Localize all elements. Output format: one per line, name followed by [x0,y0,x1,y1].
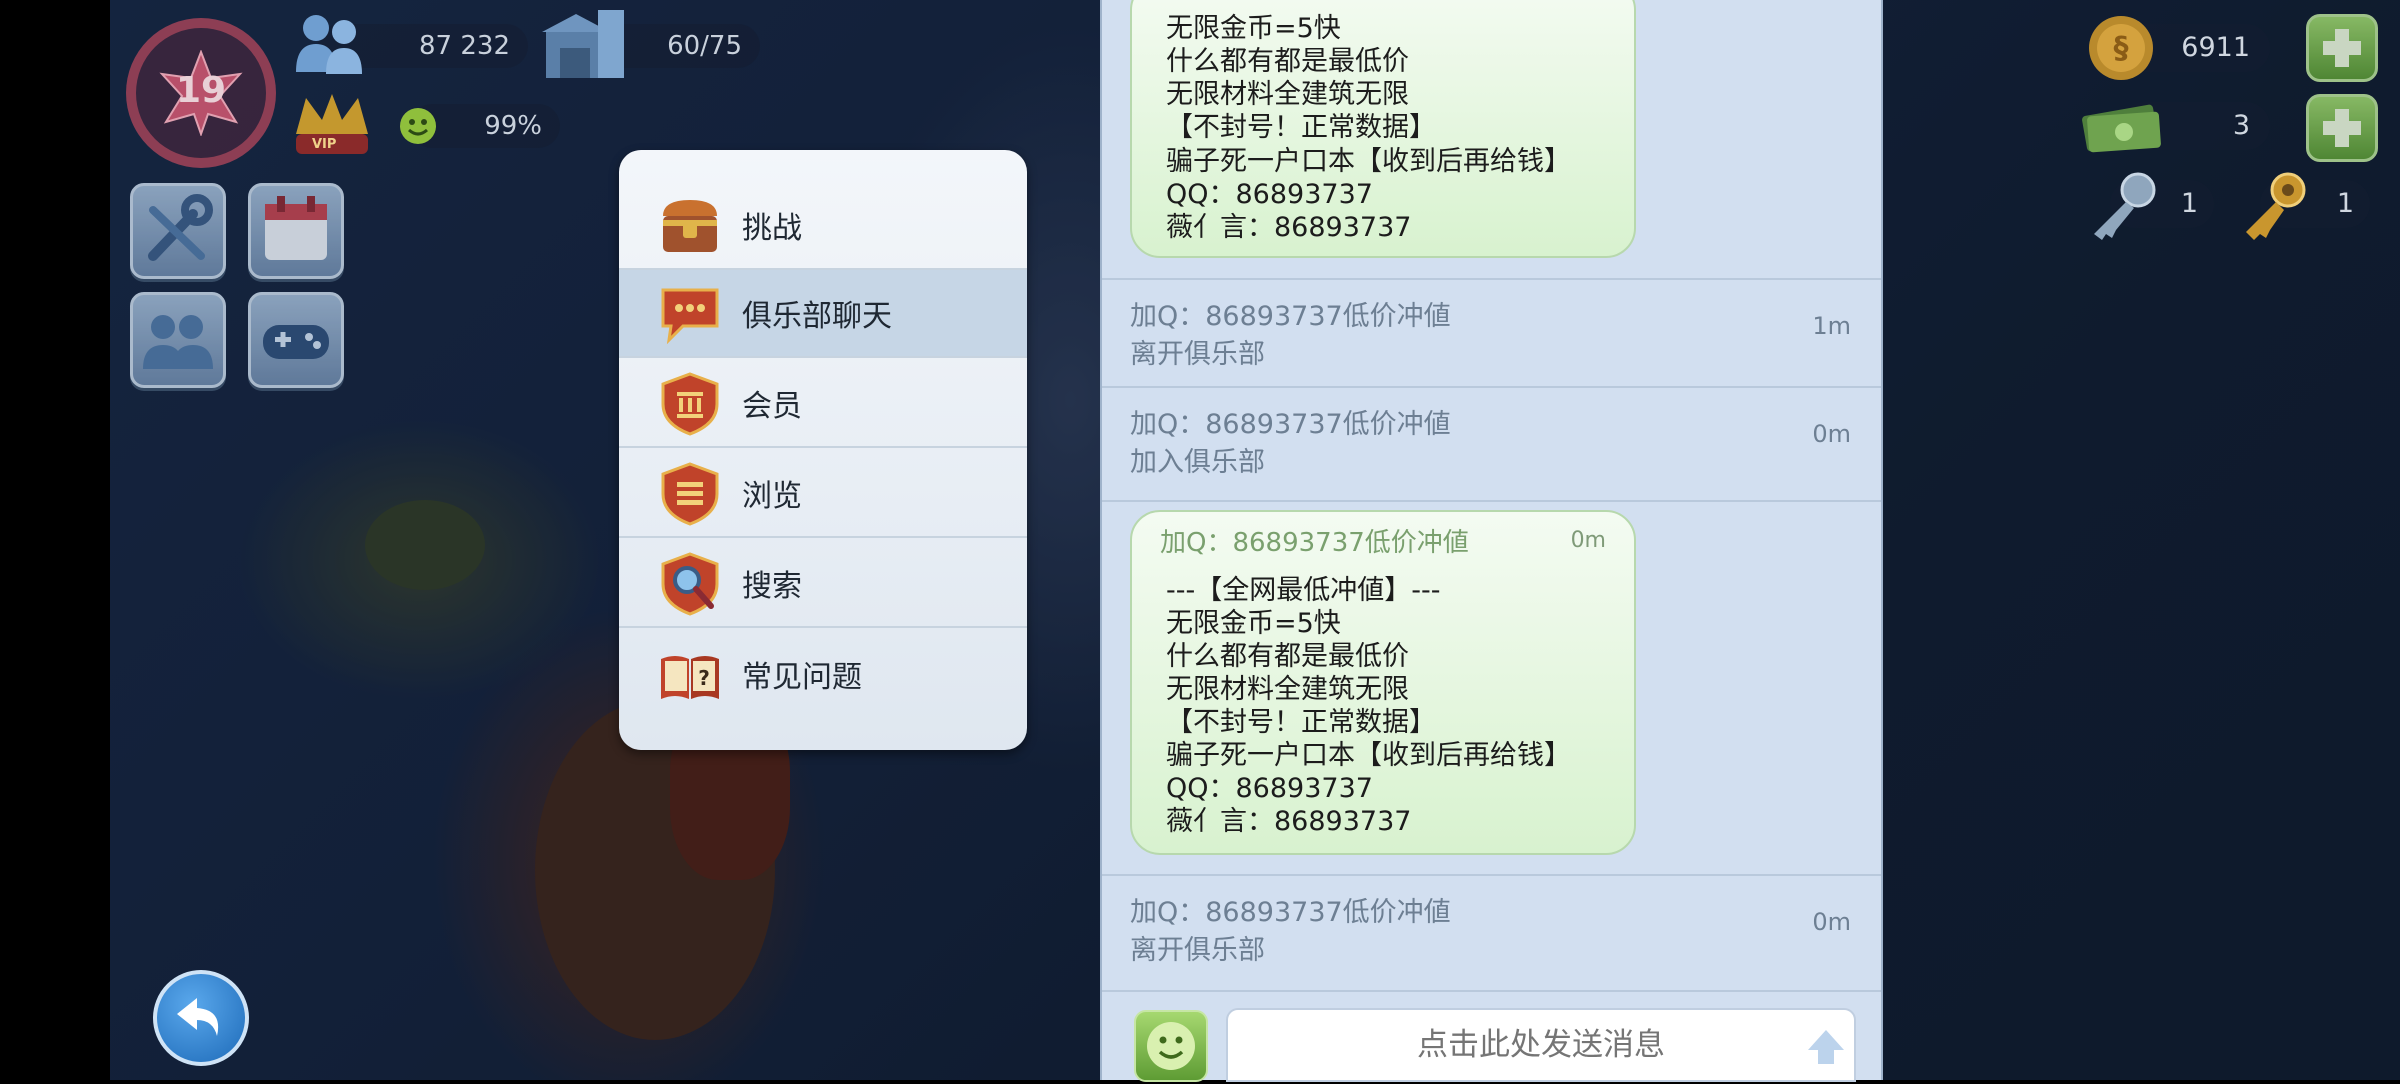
menu-item-label: 会员 [742,389,802,424]
club-menu-panel: 挑战 俱乐部聊天 会员 浏览 搜索 ? 常见问题 [619,150,1027,750]
level-value: 19 [175,70,227,111]
simcash-bills-icon [2078,96,2166,156]
small-island [365,500,485,590]
add-simoleons-button[interactable] [2306,14,2378,82]
message-sender[interactable]: 加Q：86893737低价冲値 [1160,522,1469,559]
menu-item-label: 浏览 [742,479,802,514]
menu-item-faq[interactable]: ? 常见问题 [619,630,1027,718]
platinum-key-icon [2084,168,2160,244]
chat-message-input[interactable] [1226,1008,1856,1082]
volcano-island [535,700,775,1040]
event-action: 离开俱乐部 [1130,935,1265,966]
golden-keys-value: 1 [2336,188,2354,219]
event-user-name[interactable]: 加Q：86893737低价冲値 [1130,890,1451,929]
system-event-row: 加Q：86893737低价冲値 离开俱乐部 0m [1102,874,1881,990]
calendar-button[interactable] [248,183,344,279]
svg-text:§: § [2114,31,2129,66]
menu-item-challenge[interactable]: 挑战 [619,182,1027,270]
event-user-name[interactable]: 加Q：86893737低价冲値 [1130,294,1451,333]
population-icon [290,10,370,80]
event-time: 1m [1812,312,1851,340]
population-value: 87 232 [419,31,510,61]
bank-shield-icon [661,372,719,436]
level-ring[interactable]: 19 [126,18,276,168]
event-action: 加入俱乐部 [1130,447,1265,478]
games-button[interactable] [248,292,344,388]
gamepad-icon [263,325,329,359]
simoleon-coin-icon: § [2085,12,2157,84]
happiness-value: 99% [484,111,542,141]
storage-value: 60/75 [667,31,742,61]
vip-label: VIP [312,137,337,152]
plus-icon [2323,109,2361,147]
message-line: 薇亻言：86893737 [1166,806,1412,837]
simoleons-value: 6911 [2181,32,2250,63]
menu-item-search[interactable]: 搜索 [619,540,1027,628]
smiley-icon [398,106,438,146]
golden-key-icon [2236,168,2312,244]
event-time: 0m [1812,908,1851,936]
club-chat-panel[interactable]: 无限金币=5快 什么都有都是最低价 无限材料全建筑无限 【不封号！正常数据】 骗… [1100,0,1883,1082]
send-arrow-icon [1808,1030,1844,1064]
list-shield-icon [661,462,719,526]
event-action: 离开俱乐部 [1130,339,1265,370]
wrench-screwdriver-icon [148,194,213,261]
build-tools-button[interactable] [130,183,226,279]
event-user-name[interactable]: 加Q：86893737低价冲値 [1130,402,1451,441]
emoji-button[interactable] [1134,1010,1208,1082]
club-members-button[interactable] [130,292,226,388]
message-time: 0m [1570,528,1606,553]
vip-crown-icon[interactable]: VIP [290,90,374,160]
menu-item-club-chat[interactable]: 俱乐部聊天 [619,270,1027,358]
simcash-value: 3 [2232,110,2250,141]
magnifier-shield-icon [661,552,719,616]
people-icon [143,315,213,369]
svg-text:?: ? [698,666,710,690]
plus-icon [2323,29,2361,67]
back-button[interactable] [153,970,249,1066]
chat-divider [1102,500,1881,502]
send-button[interactable] [1802,1022,1850,1070]
menu-item-label: 常见问题 [742,660,862,695]
system-event-row: 加Q：86893737低价冲値 离开俱乐部 1m [1102,278,1881,388]
back-arrow-icon [177,998,219,1036]
platinum-keys-value: 1 [2180,188,2198,219]
event-time: 0m [1812,420,1851,448]
faq-book-icon: ? [661,656,719,699]
message-line: 薇亻言：86893737 [1166,212,1412,243]
menu-item-label: 俱乐部聊天 [742,299,892,334]
smiley-face-icon [1147,1022,1195,1070]
menu-item-label: 挑战 [742,211,802,246]
treasure-chest-icon [663,200,717,252]
menu-item-browse[interactable]: 浏览 [619,450,1027,538]
menu-item-label: 搜索 [742,569,802,604]
chat-message-bubble: 加Q：86893737低价冲値 0m ---【全网最低冲値】--- 无限金币=5… [1130,510,1636,855]
chat-input-bar [1102,990,1881,1082]
add-simcash-button[interactable] [2306,94,2378,162]
calendar-icon [265,196,327,260]
storage-warehouse-icon [540,6,636,82]
menu-item-members[interactable]: 会员 [619,360,1027,448]
chat-bubble-icon [661,288,719,345]
system-event-row: 加Q：86893737低价冲値 加入俱乐部 0m [1102,386,1881,502]
chat-message-bubble: 无限金币=5快 什么都有都是最低价 无限材料全建筑无限 【不封号！正常数据】 骗… [1130,0,1636,258]
